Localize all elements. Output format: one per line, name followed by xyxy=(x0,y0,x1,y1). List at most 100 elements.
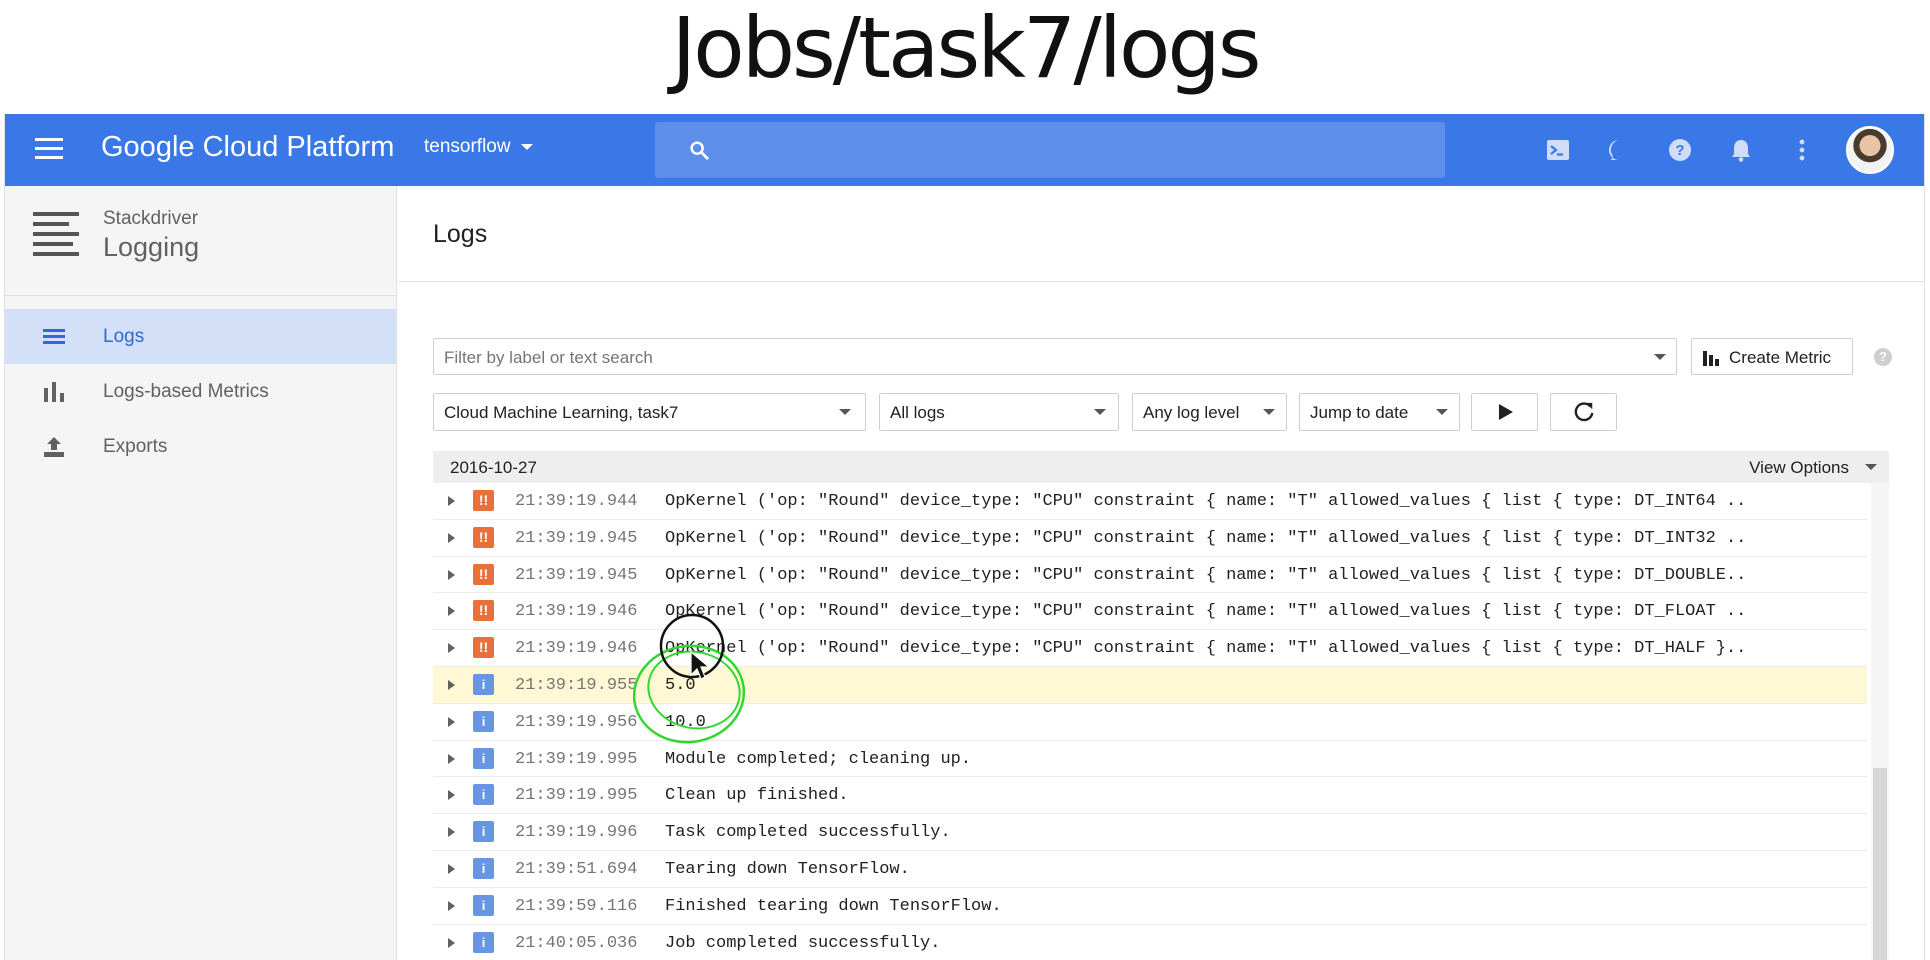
slide-title: Jobs/task7/logs xyxy=(671,0,1262,97)
play-button[interactable] xyxy=(1471,393,1538,431)
log-timestamp: 21:39:19.946 xyxy=(515,602,638,622)
refresh-button[interactable] xyxy=(1550,393,1617,431)
info-severity-icon: i xyxy=(473,821,494,843)
chevron-down-icon xyxy=(520,143,533,150)
log-row[interactable]: i 21:39:59.116 Finished tearing down Tenso… xyxy=(433,888,1867,925)
chevron-down-icon xyxy=(1094,409,1106,415)
log-timestamp: 21:39:19.945 xyxy=(515,528,638,548)
log-list: !! 21:39:19.944 OpKernel ('op: "Round" dev… xyxy=(433,483,1867,960)
chevron-down-icon[interactable] xyxy=(1654,354,1666,360)
product-header: Stackdriver Logging xyxy=(5,186,396,296)
expand-arrow-icon[interactable] xyxy=(448,643,455,654)
log-level-label: Any log level xyxy=(1143,403,1240,422)
chevron-down-icon xyxy=(1263,409,1275,415)
sidebar-item-label: Exports xyxy=(103,435,168,457)
log-timestamp: 21:39:19.945 xyxy=(515,565,638,585)
resource-selector[interactable]: Cloud Machine Learning, task7 xyxy=(433,393,866,431)
notifications-icon[interactable] xyxy=(1727,136,1755,164)
log-timestamp: 21:39:19.955 xyxy=(515,675,638,695)
expand-arrow-icon[interactable] xyxy=(448,606,455,617)
log-row[interactable]: i 21:39:51.694 Tearing down TensorFlow. xyxy=(433,851,1867,888)
jump-to-date-selector[interactable]: Jump to date xyxy=(1299,393,1460,431)
log-row[interactable]: !! 21:39:19.944 OpKernel ('op: "Round" dev… xyxy=(433,483,1867,520)
log-row[interactable]: i 21:39:19.956 10.0 xyxy=(433,704,1867,741)
expand-arrow-icon[interactable] xyxy=(448,900,455,911)
search-input[interactable] xyxy=(655,122,1445,178)
log-timestamp: 21:39:19.995 xyxy=(515,749,638,769)
sidebar-item-label: Logs-based Metrics xyxy=(103,380,269,402)
log-row[interactable]: i 21:39:19.995 Clean up finished. xyxy=(433,777,1867,815)
filter-placeholder: Filter by label or text search xyxy=(444,348,653,367)
scrollbar-thumb[interactable] xyxy=(1873,768,1887,960)
log-row[interactable]: !! 21:39:19.945 OpKernel ('op: "Round" dev… xyxy=(433,520,1867,557)
expand-arrow-icon[interactable] xyxy=(448,753,455,764)
log-timestamp: 21:39:19.995 xyxy=(515,786,638,806)
expand-arrow-icon[interactable] xyxy=(448,863,455,874)
log-message: 10.0 xyxy=(665,712,706,732)
log-message: Module completed; cleaning up. xyxy=(665,749,972,769)
log-timestamp: 21:39:19.996 xyxy=(515,823,638,843)
log-message: Finished tearing down TensorFlow. xyxy=(665,896,1002,916)
log-name-selector[interactable]: All logs xyxy=(879,393,1119,431)
avatar[interactable] xyxy=(1846,126,1894,174)
log-name-label: All logs xyxy=(890,403,945,422)
expand-arrow-icon[interactable] xyxy=(448,532,455,543)
log-message: OpKernel ('op: "Round" device_type: "CPU… xyxy=(665,492,1747,511)
feedback-icon[interactable] xyxy=(1605,136,1633,164)
log-timestamp: 21:39:19.946 xyxy=(515,639,638,659)
expand-arrow-icon[interactable] xyxy=(448,827,455,838)
log-message: OpKernel ('op: "Round" device_type: "CPU… xyxy=(665,565,1747,585)
log-row[interactable]: !! 21:39:19.945 OpKernel ('op: "Round" dev… xyxy=(433,557,1867,594)
view-options-button[interactable]: View Options xyxy=(1749,458,1849,478)
log-message: OpKernel ('op: "Round" device_type: "CPU… xyxy=(665,528,1747,548)
project-selector[interactable]: tensorflow xyxy=(424,136,533,158)
page-title: Logs xyxy=(433,220,488,248)
project-name: tensorflow xyxy=(424,136,511,157)
more-vert-icon[interactable] xyxy=(1788,136,1816,164)
sidebar-item-exports[interactable]: Exports xyxy=(5,419,396,474)
main-content: Logs Filter by label or text search Crea… xyxy=(398,186,1924,960)
brand-title: Google Cloud Platform xyxy=(101,131,395,163)
search-icon xyxy=(690,141,709,160)
log-row[interactable]: i 21:39:19.995 Module completed; cleaning … xyxy=(433,741,1867,778)
log-row[interactable]: i 21:40:05.036 Job completed successfully. xyxy=(433,925,1867,960)
log-level-selector[interactable]: Any log level xyxy=(1132,393,1287,431)
page-header: Logs xyxy=(398,186,1924,282)
expand-arrow-icon[interactable] xyxy=(448,569,455,580)
expand-arrow-icon[interactable] xyxy=(448,496,455,506)
log-scrollbar[interactable] xyxy=(1871,483,1889,960)
chevron-down-icon[interactable] xyxy=(1865,464,1877,470)
log-row[interactable]: i 21:39:19.955 5.0 xyxy=(433,666,1867,704)
expand-arrow-icon[interactable] xyxy=(448,716,455,727)
sidebar-item-logs[interactable]: Logs xyxy=(5,309,396,364)
logging-product-icon xyxy=(33,212,79,256)
top-icon-group: ? xyxy=(1511,114,1894,186)
help-icon[interactable]: ? xyxy=(1666,136,1694,164)
expand-arrow-icon[interactable] xyxy=(448,937,455,948)
jump-to-date-label: Jump to date xyxy=(1310,403,1409,422)
info-severity-icon: i xyxy=(473,710,494,732)
log-timestamp: 21:40:05.036 xyxy=(515,933,638,953)
create-metric-label: Create Metric xyxy=(1729,348,1832,367)
log-message: Task completed successfully. xyxy=(665,823,951,843)
log-row[interactable]: i 21:39:19.996 Task completed successfully… xyxy=(433,814,1867,851)
expand-arrow-icon[interactable] xyxy=(448,679,455,690)
log-timestamp: 21:39:19.944 xyxy=(515,492,638,511)
log-timestamp: 21:39:19.956 xyxy=(515,712,638,732)
menu-icon[interactable] xyxy=(35,138,63,162)
refresh-icon xyxy=(1574,402,1594,422)
help-icon[interactable]: ? xyxy=(1874,348,1892,366)
log-timestamp: 21:39:59.116 xyxy=(515,896,638,916)
error-severity-icon: !! xyxy=(473,637,494,659)
cloud-shell-icon[interactable] xyxy=(1544,136,1572,164)
log-row[interactable]: !! 21:39:19.946 OpKernel ('op: "Round" dev… xyxy=(433,593,1867,631)
logs-list-icon xyxy=(43,329,65,344)
bar-chart-icon xyxy=(1703,351,1719,366)
top-app-bar: Google Cloud Platform tensorflow ? xyxy=(5,114,1924,186)
log-row[interactable]: !! 21:39:19.946 OpKernel ('op: "Round" dev… xyxy=(433,630,1867,667)
create-metric-button[interactable]: Create Metric xyxy=(1691,338,1853,375)
sidebar-item-logs-based-metrics[interactable]: Logs-based Metrics xyxy=(5,364,396,419)
filter-input[interactable]: Filter by label or text search xyxy=(433,338,1677,375)
log-message: OpKernel ('op: "Round" device_type: "CPU… xyxy=(665,639,1747,659)
expand-arrow-icon[interactable] xyxy=(448,790,455,801)
